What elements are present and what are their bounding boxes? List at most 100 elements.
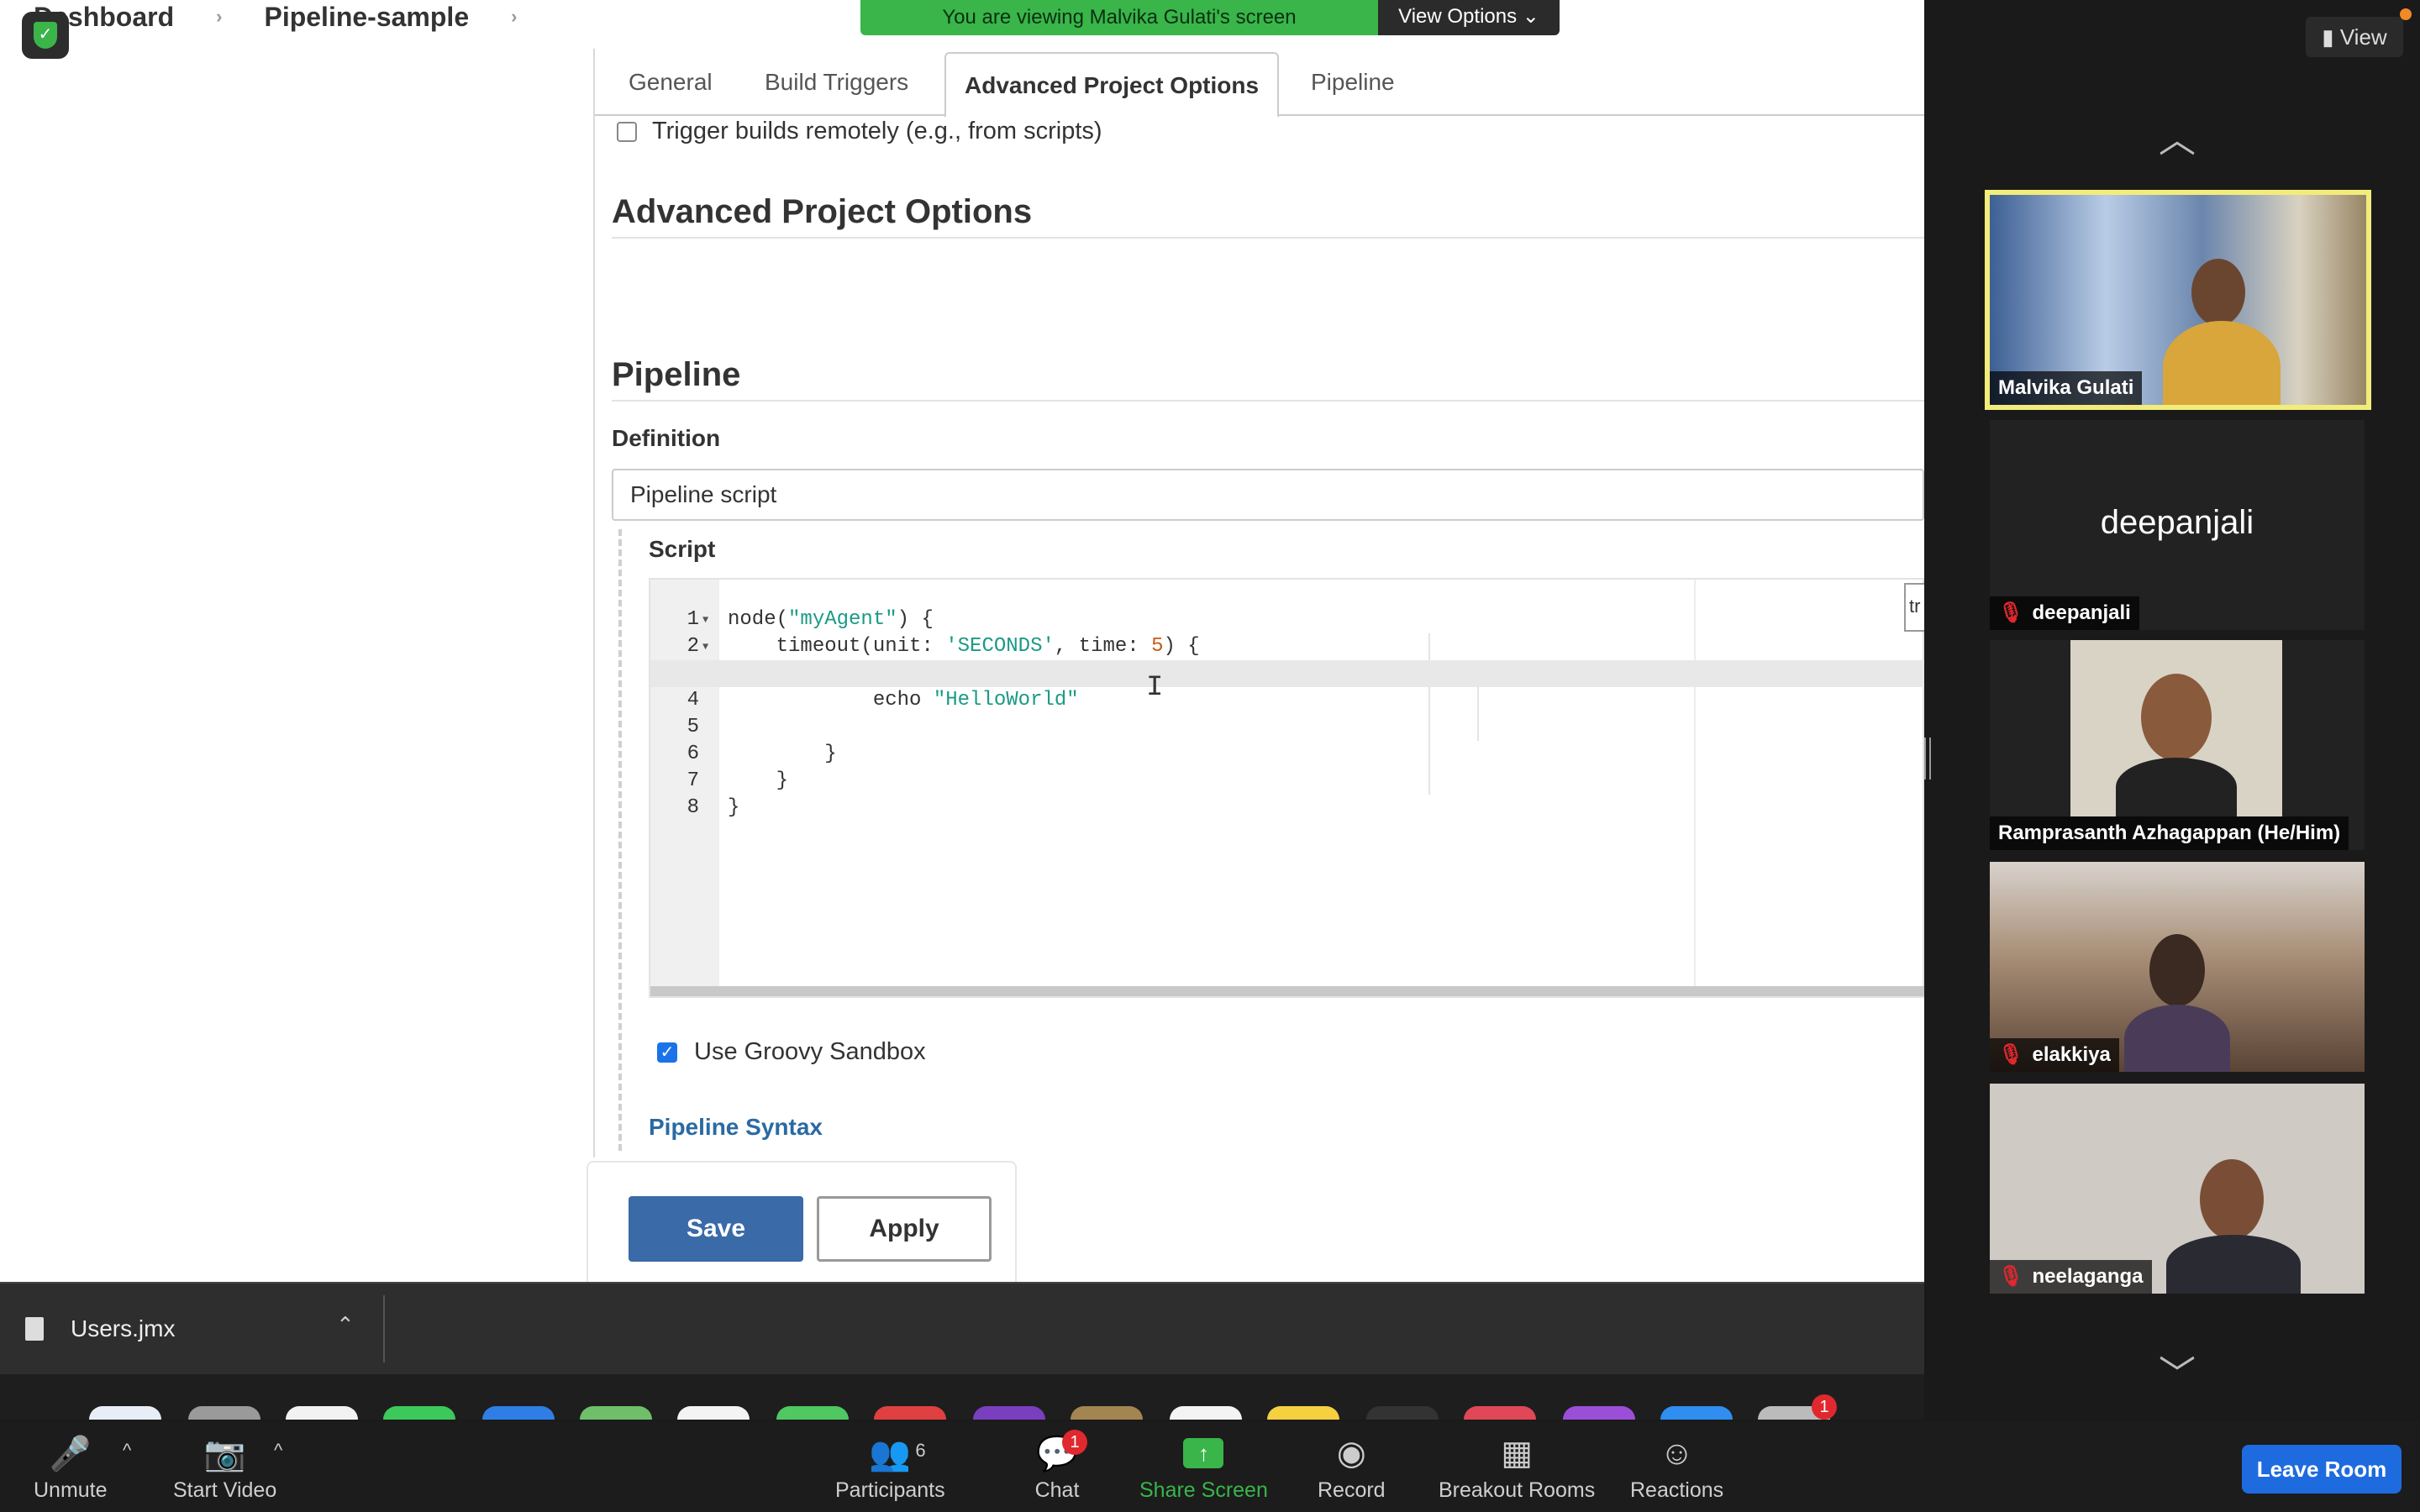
dock-app-icon[interactable]: [1660, 1406, 1733, 1420]
muted-microphone-icon: 🎤: [49, 1435, 92, 1473]
panel-resize-handle[interactable]: [1924, 738, 1931, 780]
code-line[interactable]: 8}: [650, 768, 1924, 819]
dock-app-icon[interactable]: [89, 1406, 161, 1420]
participant-video: [2191, 259, 2245, 326]
recording-dot-icon: [2400, 8, 2412, 20]
muted-mic-icon: 🎙: [1998, 1265, 2024, 1288]
code-line[interactable]: 3▼ stage("One"){: [650, 633, 1924, 685]
participant-display-name: deepanjali: [2100, 504, 2254, 541]
record-icon: ◉: [1336, 1435, 1366, 1472]
dock-app-icon[interactable]: [973, 1406, 1045, 1420]
apply-button[interactable]: Apply: [817, 1196, 992, 1262]
caret-up-icon[interactable]: ^: [274, 1440, 282, 1462]
breakout-rooms-icon: ▦: [1501, 1435, 1533, 1472]
start-video-button[interactable]: 📷 Start Video: [173, 1421, 276, 1512]
download-separator: [383, 1295, 385, 1362]
code-line[interactable]: 7 }: [650, 741, 1924, 792]
dock-app-icon[interactable]: [874, 1406, 946, 1420]
chat-button[interactable]: 💬 1 Chat: [1032, 1421, 1087, 1512]
dock-app-icon[interactable]: [1464, 1406, 1536, 1420]
muted-mic-icon: 🎙: [1998, 601, 2024, 624]
reactions-label: Reactions: [1630, 1478, 1724, 1502]
chevron-down-icon[interactable]: ﹀: [2148, 1344, 2207, 1398]
code-line[interactable]: 1 ▼ node("myAgent") {: [650, 580, 1924, 631]
dock-app-icon[interactable]: [482, 1406, 555, 1420]
groovy-sandbox-checkbox[interactable]: ✓: [657, 1042, 677, 1063]
tab-pipeline[interactable]: Pipeline: [1311, 69, 1395, 96]
dock-app-icon[interactable]: [1267, 1406, 1339, 1420]
editor-horizontal-scrollbar[interactable]: [650, 986, 1924, 996]
tab-build-triggers[interactable]: Build Triggers: [765, 69, 908, 96]
breakout-rooms-button[interactable]: ▦ Breakout Rooms: [1439, 1421, 1595, 1512]
try-sample-dropdown[interactable]: tr: [1904, 583, 1924, 632]
record-label: Record: [1318, 1478, 1386, 1502]
code-line[interactable]: 2 ▼ timeout(unit: 'SECONDS', time: 5) {: [650, 606, 1924, 658]
participants-button[interactable]: 👥 6 Participants: [835, 1421, 945, 1512]
pipeline-syntax-link[interactable]: Pipeline Syntax: [649, 1114, 823, 1141]
dock-app-icon[interactable]: [1366, 1406, 1439, 1420]
participant-tile-elakkiya[interactable]: 🎙 elakkiya: [1990, 862, 2365, 1072]
participant-tile-deepanjali[interactable]: deepanjali 🎙 deepanjali: [1990, 420, 2365, 630]
dock-app-icon[interactable]: 1: [1758, 1394, 1837, 1420]
record-button[interactable]: ◉ Record: [1318, 1421, 1386, 1512]
participants-count: 6: [915, 1440, 926, 1461]
trigger-remotely-checkbox[interactable]: [617, 121, 637, 142]
viewing-banner-text: You are viewing Malvika Gulati's screen: [860, 0, 1378, 35]
view-layout-button[interactable]: ▮ View: [2306, 17, 2403, 57]
participant-tile-ramprasanth[interactable]: Ramprasanth Azhagappan (He/Him): [1990, 640, 2365, 850]
trigger-remotely-label: Trigger builds remotely (e.g., from scri…: [652, 118, 1102, 144]
participant-name: Malvika Gulati: [1990, 371, 2143, 405]
security-shield-icon[interactable]: ✓: [22, 12, 69, 59]
dock-app-icon[interactable]: [1071, 1406, 1143, 1420]
dock-app-icon[interactable]: [383, 1406, 455, 1420]
dock-app-icon[interactable]: [580, 1406, 652, 1420]
dock-app-icon[interactable]: [677, 1406, 750, 1420]
share-screen-label: Share Screen: [1139, 1478, 1268, 1502]
config-tabs: General Build Triggers Advanced Project …: [595, 50, 1924, 118]
file-icon: [25, 1317, 44, 1341]
chat-label: Chat: [1034, 1478, 1080, 1502]
tab-general[interactable]: General: [629, 69, 713, 96]
groovy-sandbox-label: Use Groovy Sandbox: [694, 1038, 926, 1065]
share-screen-icon: ↑: [1178, 1431, 1228, 1475]
caret-up-icon[interactable]: ^: [123, 1440, 131, 1462]
view-options-button[interactable]: View Options ⌄: [1378, 0, 1560, 35]
participant-video: [2116, 758, 2237, 816]
dock-app-icon[interactable]: [1563, 1406, 1635, 1420]
chevron-up-icon[interactable]: ⌃: [336, 1312, 355, 1338]
participants-label: Participants: [835, 1478, 945, 1502]
chevron-up-icon[interactable]: ︿: [2148, 109, 2207, 163]
script-editor[interactable]: 1 ▼ node("myAgent") { 2 ▼ timeout(unit: 'SE…: [649, 578, 1924, 998]
line-number: 8: [687, 796, 699, 819]
save-button[interactable]: Save: [629, 1196, 803, 1262]
download-file-name[interactable]: Users.jmx: [71, 1315, 175, 1342]
dock-app-icon[interactable]: [1170, 1406, 1242, 1420]
muted-mic-icon: 🎙: [1998, 1043, 2024, 1066]
groovy-sandbox-row: ✓ Use Groovy Sandbox: [657, 1038, 926, 1066]
dock-app-icon[interactable]: [776, 1406, 849, 1420]
participant-tile-malvika[interactable]: Malvika Gulati: [1985, 190, 2371, 410]
dock-app-icon[interactable]: [188, 1406, 260, 1420]
advanced-options-heading: Advanced Project Options: [612, 193, 1033, 230]
breadcrumb-pipeline-sample[interactable]: Pipeline-sample: [264, 2, 469, 33]
dock-app-icon[interactable]: [286, 1406, 358, 1420]
chat-icon: 💬 1: [1032, 1430, 1087, 1475]
share-screen-button[interactable]: ↑ Share Screen: [1139, 1421, 1268, 1512]
unmute-button[interactable]: 🎤 Unmute: [34, 1421, 108, 1512]
participant-video: [2149, 934, 2205, 1006]
mac-dock: 1: [0, 1374, 1924, 1420]
tab-advanced-project-options[interactable]: Advanced Project Options: [944, 52, 1280, 118]
code-line[interactable]: 6 }: [650, 714, 1924, 765]
code-line-active[interactable]: 4 echo "HelloWorld": [650, 660, 1924, 711]
participant-tile-neelaganga[interactable]: 🎙 neelaganga: [1990, 1084, 2365, 1294]
definition-select[interactable]: Pipeline script: [612, 469, 1924, 521]
participant-video: [2141, 674, 2212, 761]
download-bar: Users.jmx ⌃: [0, 1282, 1924, 1374]
reactions-button[interactable]: ☺ Reactions: [1630, 1421, 1723, 1512]
participant-video: [2163, 321, 2281, 405]
grid-icon: ▮: [2322, 24, 2340, 50]
breadcrumb: Dashboard › Pipeline-sample ›: [34, 0, 517, 34]
leave-room-button[interactable]: Leave Room: [2242, 1445, 2402, 1494]
code-line[interactable]: 5: [650, 687, 1924, 738]
pipeline-heading: Pipeline: [612, 356, 741, 393]
